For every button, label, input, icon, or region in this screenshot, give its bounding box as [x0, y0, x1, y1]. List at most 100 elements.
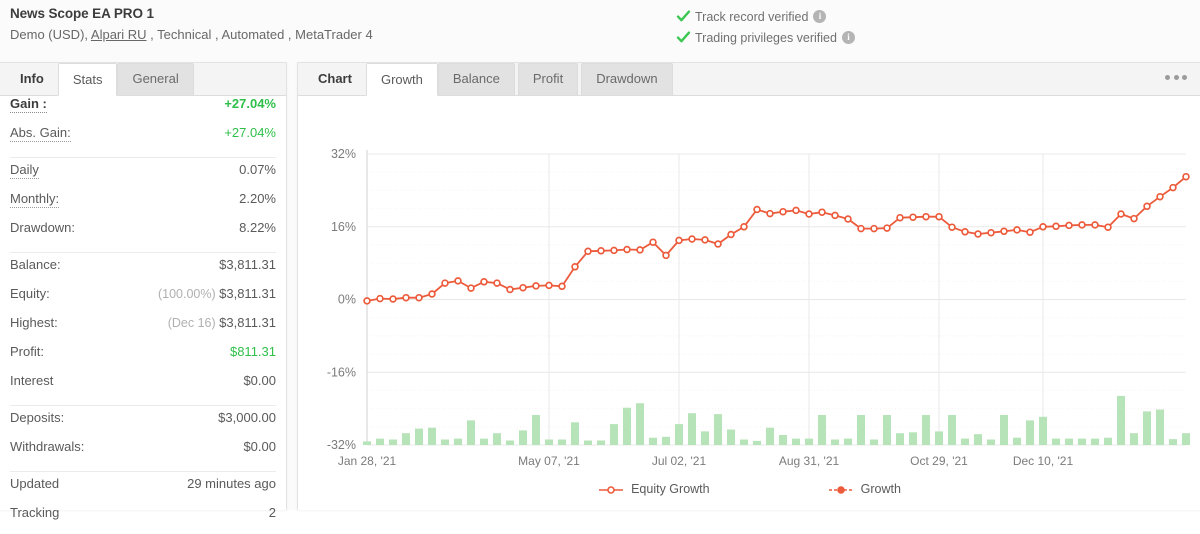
volume-bar [506, 440, 514, 445]
data-point-marker [766, 209, 774, 218]
stats-list: Gain : +27.04% Abs. Gain: +27.04% Daily 0.07%… [0, 96, 286, 534]
stat-label: Withdrawals: [10, 439, 85, 454]
volume-bar [597, 440, 605, 445]
volume-bar [1065, 438, 1073, 445]
legend-item-growth[interactable]: Growth [828, 482, 901, 496]
x-axis-tick-label: Oct 29, '21 [910, 454, 968, 468]
data-point-marker [1169, 183, 1177, 192]
data-point-marker [1000, 227, 1008, 236]
account-tags: , Technical , Automated , MetaTrader 4 [146, 27, 373, 42]
stat-row: Interest $0.00 [10, 373, 276, 402]
stat-value: (100.00%) $3,811.31 [158, 286, 276, 301]
stat-value-main: 8.22% [239, 220, 276, 235]
volume-bar [493, 433, 501, 445]
tab-profit[interactable]: Profit [517, 63, 579, 95]
kebab-menu-icon[interactable] [1165, 71, 1187, 83]
data-point-marker [974, 230, 982, 238]
profile-page: News Scope EA PRO 1 Demo (USD), Alpari R… [0, 0, 1200, 520]
data-point-marker [961, 228, 969, 236]
verification-badges: Track record verified i Trading privileg… [676, 7, 855, 49]
stat-row: Highest: (Dec 16) $3,811.31 [10, 315, 276, 344]
stat-label: Updated [10, 476, 60, 491]
data-point-marker [1013, 226, 1021, 234]
stat-value-prefix: (100.00%) [157, 287, 220, 301]
legend-item-equity-growth[interactable]: Equity Growth [598, 482, 710, 496]
data-point-marker [1143, 202, 1151, 211]
data-point-marker [909, 213, 917, 221]
stat-row: Daily 0.07% [10, 162, 276, 191]
volume-bar [766, 427, 774, 445]
stat-row: Abs. Gain: +27.04% [10, 125, 276, 154]
info-icon[interactable]: i [813, 10, 827, 23]
data-point-marker [389, 295, 397, 303]
data-point-marker [1130, 214, 1138, 223]
tab-balance[interactable]: Balance [437, 63, 515, 95]
volume-bar [688, 413, 696, 445]
stat-label[interactable]: Daily [10, 162, 39, 179]
stat-label[interactable]: Abs. Gain: [10, 125, 71, 142]
volume-bar [1091, 438, 1099, 445]
stat-row: Withdrawals: $0.00 [10, 439, 276, 468]
data-point-marker [610, 246, 618, 255]
volume-bar [402, 433, 410, 445]
data-point-marker [675, 236, 683, 245]
volume-bar [714, 414, 722, 445]
volume-bar [441, 439, 449, 445]
data-point-marker [662, 251, 670, 260]
stat-value-main: $811.31 [229, 344, 276, 359]
stat-label: Highest: [10, 315, 58, 330]
stat-label: Drawdown: [10, 220, 76, 235]
volume-bar [1169, 439, 1177, 445]
data-point-marker [558, 282, 566, 291]
verification-label: Track record verified [695, 9, 809, 24]
stat-value: +27.04% [224, 96, 276, 111]
tab-growth[interactable]: Growth [365, 63, 438, 96]
data-point-marker [883, 224, 891, 232]
stat-value-prefix: (Dec 16) [167, 316, 220, 330]
info-icon[interactable]: i [841, 31, 855, 44]
volume-bar [831, 439, 839, 445]
volume-bar [1143, 411, 1151, 445]
stat-row: Equity: (100.00%) $3,811.31 [10, 286, 276, 315]
data-point-marker [1039, 223, 1047, 231]
chart-tabbar: Chart Growth Balance Profit Drawdown [298, 63, 1200, 96]
stat-row: Tracking 2 [10, 505, 276, 534]
stat-value-main: $0.00 [243, 439, 276, 454]
volume-bar [623, 407, 631, 445]
legend-marker-open-circle [598, 484, 624, 494]
stat-row: Updated 29 minutes ago [10, 476, 276, 505]
stat-value: $3,000.00 [218, 410, 276, 425]
volume-bar [1026, 420, 1034, 445]
data-point-marker [1052, 222, 1060, 231]
volume-bar [584, 440, 592, 445]
tab-chart[interactable]: Chart [304, 63, 366, 95]
data-point-marker [740, 223, 748, 231]
tab-info[interactable]: Info [6, 63, 58, 95]
volume-bar [610, 424, 618, 445]
volume-bar [363, 441, 371, 445]
legend-label: Growth [860, 482, 901, 496]
data-point-marker [753, 205, 761, 214]
tab-stats[interactable]: Stats [57, 63, 118, 96]
stat-value: 0.07% [239, 162, 276, 177]
volume-bar [857, 415, 865, 445]
volume-bar [753, 440, 761, 445]
volume-bar [974, 434, 982, 445]
volume-bar [454, 438, 462, 445]
broker-link[interactable]: Alpari RU [91, 27, 147, 42]
tab-general[interactable]: General [117, 63, 194, 95]
volume-bar [415, 428, 423, 445]
stat-label[interactable]: Gain : [10, 96, 47, 113]
stat-label[interactable]: Monthly: [10, 191, 60, 208]
data-point-marker [727, 230, 735, 239]
volume-bar [1117, 395, 1125, 445]
x-axis-tick-label: Jul 02, '21 [652, 454, 707, 468]
data-point-marker [480, 278, 488, 286]
stat-value-main: $3,811.31 [219, 257, 276, 272]
data-point-marker [467, 284, 475, 292]
tab-drawdown[interactable]: Drawdown [581, 63, 673, 95]
data-point-marker [506, 285, 514, 294]
volume-bar [727, 429, 735, 445]
volume-bar [636, 403, 644, 445]
data-point-marker [948, 223, 956, 231]
